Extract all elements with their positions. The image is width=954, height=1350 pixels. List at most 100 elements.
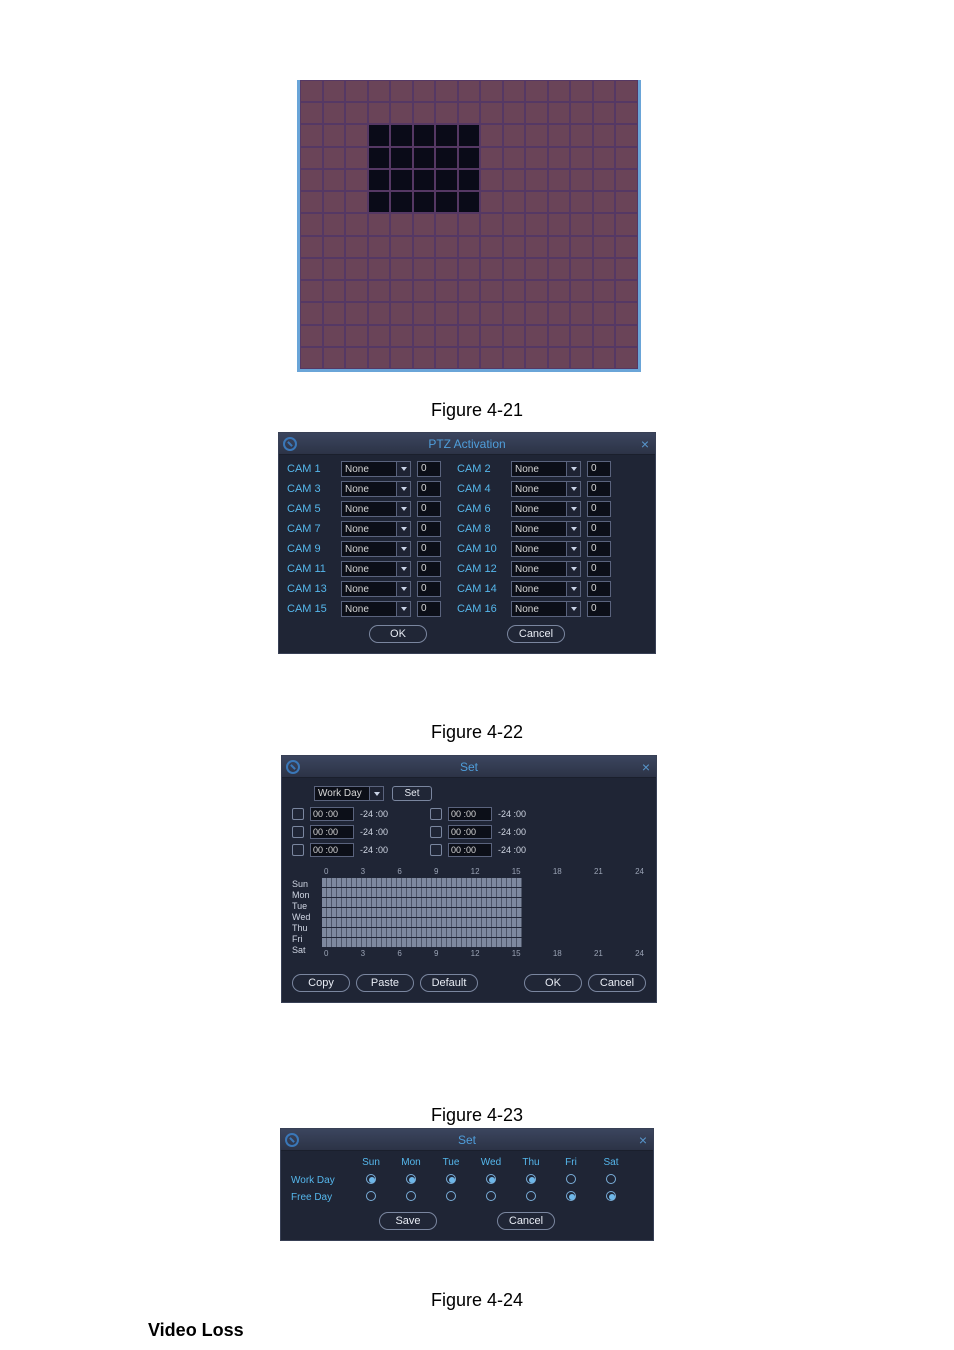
- grid-cell[interactable]: [368, 302, 391, 324]
- grid-cell[interactable]: [323, 236, 346, 258]
- grid-cell[interactable]: [368, 124, 391, 146]
- grid-cell[interactable]: [615, 80, 638, 102]
- grid-cell[interactable]: [368, 147, 391, 169]
- grid-cell[interactable]: [390, 236, 413, 258]
- ptz-num-field[interactable]: 0: [417, 561, 441, 577]
- daytype-radio[interactable]: [351, 1191, 391, 1204]
- ptz-type-select[interactable]: None: [341, 541, 411, 557]
- period-checkbox[interactable]: [292, 826, 304, 838]
- cancel-button[interactable]: Cancel: [588, 974, 646, 992]
- daytype-radio[interactable]: [431, 1191, 471, 1204]
- grid-cell[interactable]: [458, 258, 481, 280]
- grid-cell[interactable]: [345, 325, 368, 347]
- grid-cell[interactable]: [615, 347, 638, 369]
- grid-cell[interactable]: [548, 236, 571, 258]
- grid-cell[interactable]: [323, 124, 346, 146]
- grid-cell[interactable]: [525, 102, 548, 124]
- grid-cell[interactable]: [525, 258, 548, 280]
- grid-cell[interactable]: [525, 124, 548, 146]
- grid-cell[interactable]: [480, 236, 503, 258]
- grid-cell[interactable]: [570, 147, 593, 169]
- grid-cell[interactable]: [323, 258, 346, 280]
- grid-cell[interactable]: [525, 236, 548, 258]
- ptz-num-field[interactable]: 0: [417, 601, 441, 617]
- grid-cell[interactable]: [480, 80, 503, 102]
- grid-cell[interactable]: [503, 80, 526, 102]
- grid-cell[interactable]: [323, 169, 346, 191]
- ptz-type-select[interactable]: None: [511, 581, 581, 597]
- grid-cell[interactable]: [615, 236, 638, 258]
- grid-cell[interactable]: [548, 169, 571, 191]
- grid-cell[interactable]: [435, 124, 458, 146]
- grid-cell[interactable]: [413, 347, 436, 369]
- ptz-num-field[interactable]: 0: [587, 521, 611, 537]
- grid-cell[interactable]: [503, 325, 526, 347]
- grid-cell[interactable]: [548, 80, 571, 102]
- ptz-num-field[interactable]: 0: [417, 521, 441, 537]
- grid-cell[interactable]: [390, 258, 413, 280]
- period-checkbox[interactable]: [430, 808, 442, 820]
- grid-cell[interactable]: [323, 302, 346, 324]
- ptz-num-field[interactable]: 0: [587, 561, 611, 577]
- grid-cell[interactable]: [435, 191, 458, 213]
- grid-cell[interactable]: [435, 147, 458, 169]
- grid-cell[interactable]: [345, 80, 368, 102]
- grid-cell[interactable]: [300, 302, 323, 324]
- grid-cell[interactable]: [615, 213, 638, 235]
- grid-cell[interactable]: [323, 147, 346, 169]
- grid-cell[interactable]: [480, 191, 503, 213]
- grid-cell[interactable]: [480, 213, 503, 235]
- grid-cell[interactable]: [390, 191, 413, 213]
- grid-cell[interactable]: [458, 325, 481, 347]
- grid-cell[interactable]: [323, 80, 346, 102]
- grid-cell[interactable]: [300, 124, 323, 146]
- grid-cell[interactable]: [413, 258, 436, 280]
- grid-cell[interactable]: [368, 191, 391, 213]
- daytype-radio[interactable]: [471, 1191, 511, 1204]
- grid-cell[interactable]: [503, 302, 526, 324]
- grid-cell[interactable]: [390, 280, 413, 302]
- start-time-field[interactable]: 00 :00: [310, 843, 354, 857]
- grid-cell[interactable]: [525, 147, 548, 169]
- grid-cell[interactable]: [593, 80, 616, 102]
- ptz-num-field[interactable]: 0: [587, 481, 611, 497]
- ptz-num-field[interactable]: 0: [587, 541, 611, 557]
- grid-cell[interactable]: [345, 124, 368, 146]
- grid-cell[interactable]: [345, 191, 368, 213]
- grid-cell[interactable]: [435, 102, 458, 124]
- workday-select[interactable]: Work Day: [314, 786, 384, 801]
- grid-cell[interactable]: [323, 191, 346, 213]
- grid-cell[interactable]: [345, 280, 368, 302]
- grid-cell[interactable]: [435, 347, 458, 369]
- daytype-radio[interactable]: [511, 1191, 551, 1204]
- grid-cell[interactable]: [548, 347, 571, 369]
- period-checkbox[interactable]: [430, 826, 442, 838]
- grid-cell[interactable]: [525, 213, 548, 235]
- save-button[interactable]: Save: [379, 1212, 437, 1230]
- grid-cell[interactable]: [570, 191, 593, 213]
- grid-cell[interactable]: [368, 347, 391, 369]
- grid-cell[interactable]: [593, 147, 616, 169]
- daytype-radio[interactable]: [351, 1174, 391, 1187]
- grid-cell[interactable]: [593, 236, 616, 258]
- grid-cell[interactable]: [458, 80, 481, 102]
- grid-cell[interactable]: [570, 325, 593, 347]
- grid-cell[interactable]: [525, 280, 548, 302]
- grid-cell[interactable]: [368, 80, 391, 102]
- daytype-radio[interactable]: [591, 1191, 631, 1204]
- grid-cell[interactable]: [525, 169, 548, 191]
- grid-cell[interactable]: [413, 325, 436, 347]
- grid-cell[interactable]: [593, 213, 616, 235]
- grid-cell[interactable]: [593, 191, 616, 213]
- grid-cell[interactable]: [525, 302, 548, 324]
- grid-cell[interactable]: [458, 213, 481, 235]
- grid-cell[interactable]: [593, 124, 616, 146]
- grid-cell[interactable]: [548, 191, 571, 213]
- grid-cell[interactable]: [458, 102, 481, 124]
- ptz-type-select[interactable]: None: [341, 501, 411, 517]
- grid-cell[interactable]: [323, 213, 346, 235]
- grid-cell[interactable]: [570, 102, 593, 124]
- grid-cell[interactable]: [323, 325, 346, 347]
- cancel-button[interactable]: Cancel: [507, 625, 565, 643]
- grid-cell[interactable]: [300, 280, 323, 302]
